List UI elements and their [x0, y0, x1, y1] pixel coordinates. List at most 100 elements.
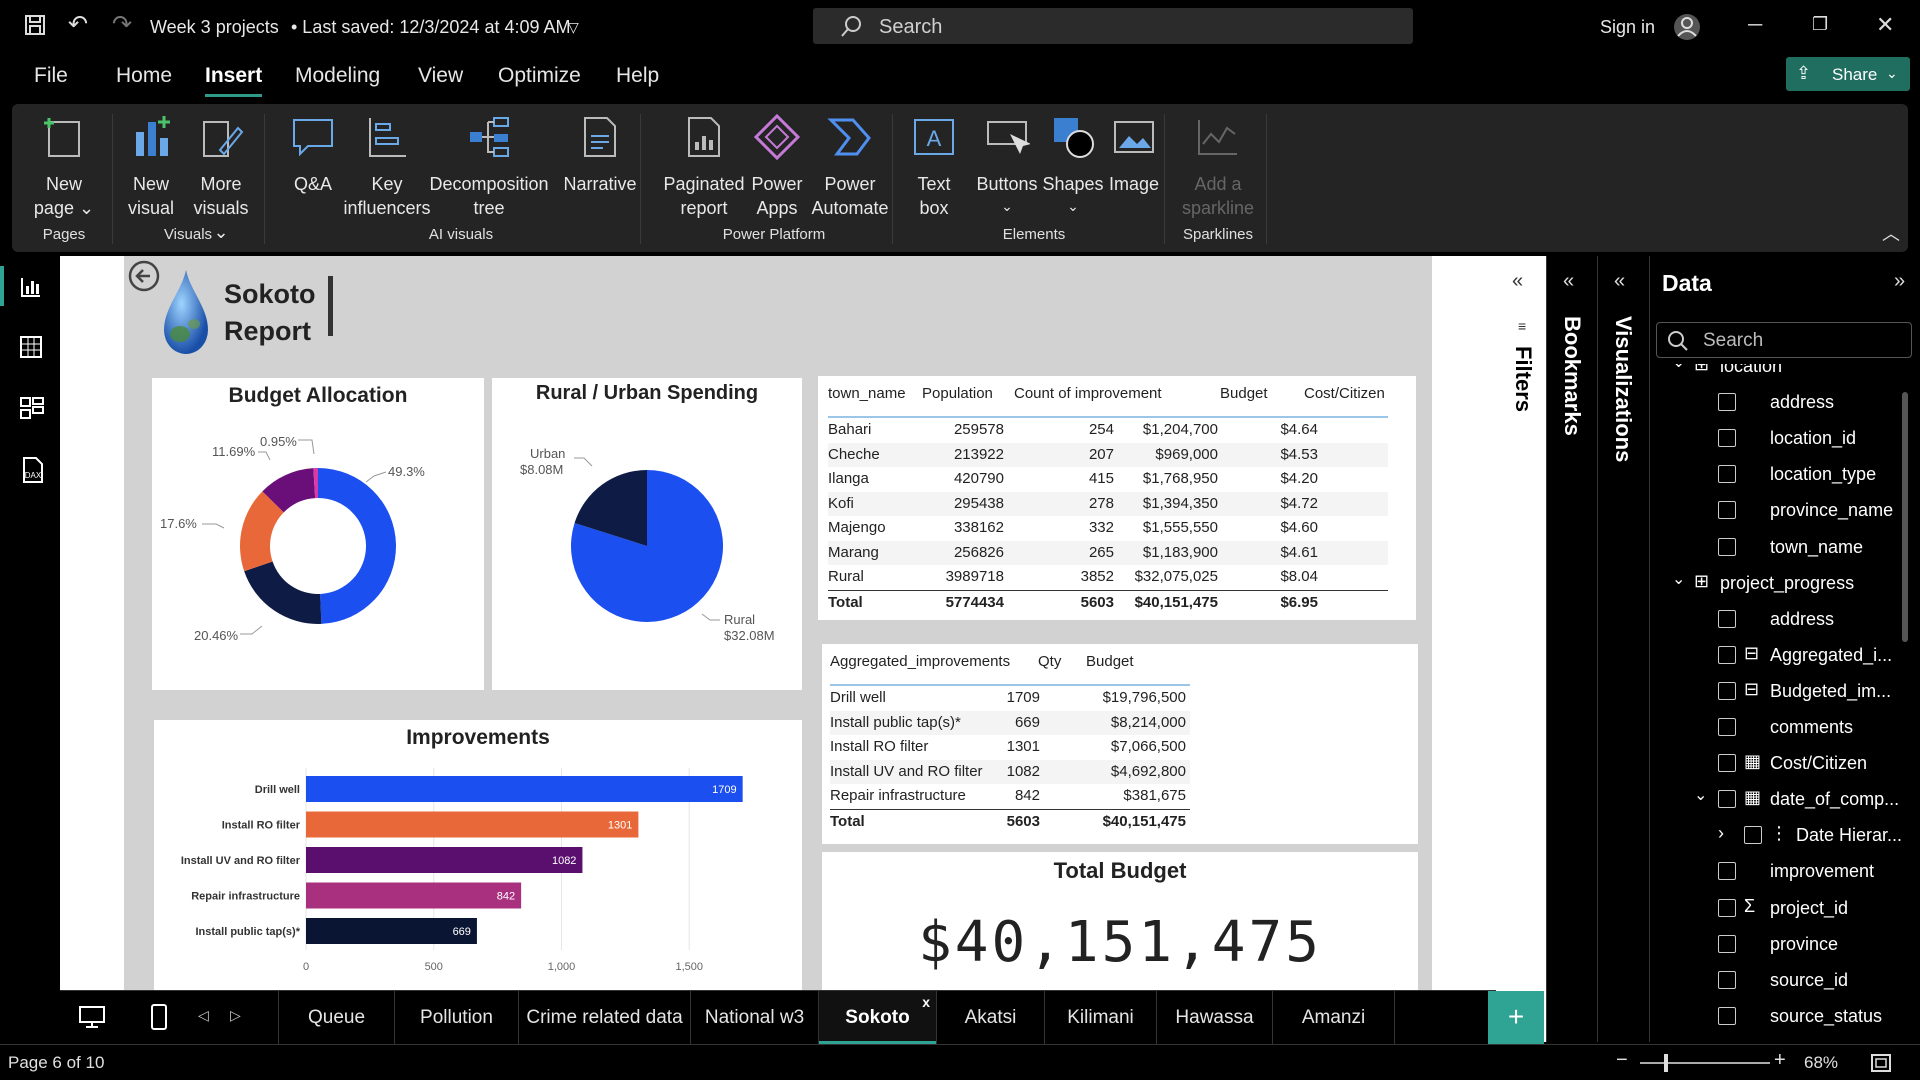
- table-row[interactable]: Bahari 259578 254 $1,204,700 $4.64: [828, 418, 1388, 442]
- total-budget-card[interactable]: Total Budget $40,151,475: [822, 852, 1418, 990]
- table-row[interactable]: Cheche 213922 207 $969,000 $4.53: [828, 442, 1388, 467]
- field-item[interactable]: improvement: [1650, 857, 1900, 887]
- restore-icon[interactable]: ❐: [1812, 14, 1828, 35]
- menu-insert[interactable]: Insert: [205, 64, 263, 97]
- table-row[interactable]: Marang 256826 265 $1,183,900 $4.61: [828, 540, 1388, 565]
- table-row[interactable]: Kofi 295438 278 $1,394,350 $4.72: [828, 491, 1388, 516]
- menu-modeling[interactable]: Modeling: [295, 64, 380, 88]
- table-row[interactable]: Repair infrastructure 842 $381,675: [830, 784, 1190, 808]
- file-title[interactable]: Week 3 projects: [150, 17, 279, 38]
- budget-allocation-card[interactable]: Budget Allocation 49.3% 20.46% 17.6% 11.…: [152, 378, 484, 690]
- menu-file[interactable]: File: [34, 64, 68, 88]
- redo-icon[interactable]: ↷: [112, 10, 132, 39]
- field-item[interactable]: location_id: [1650, 424, 1900, 454]
- field-checkbox[interactable]: [1718, 862, 1736, 881]
- shapes-button[interactable]: Shapes ⌄: [1036, 114, 1110, 222]
- tab-kilimani[interactable]: Kilimani: [1045, 991, 1157, 1045]
- report-view-icon[interactable]: [20, 276, 42, 298]
- chevron-down-icon[interactable]: ⌄: [1672, 569, 1685, 589]
- chevron-down-icon[interactable]: ▽: [568, 19, 579, 36]
- close-tab-icon[interactable]: x: [922, 975, 930, 1029]
- collapse-visualizations-icon[interactable]: «: [1614, 270, 1625, 293]
- add-page-button[interactable]: +: [1488, 991, 1544, 1045]
- collapse-bookmarks-icon[interactable]: «: [1563, 270, 1574, 293]
- desktop-layout-icon[interactable]: [78, 1005, 106, 1029]
- field-item[interactable]: comments: [1650, 713, 1900, 743]
- bar[interactable]: [306, 882, 522, 909]
- prev-page-icon[interactable]: ◁: [198, 1007, 209, 1024]
- field-checkbox[interactable]: [1718, 898, 1736, 917]
- search-box[interactable]: Search: [813, 8, 1413, 44]
- menu-view[interactable]: View: [418, 64, 463, 88]
- image-button[interactable]: Image: [1102, 114, 1166, 222]
- menu-home[interactable]: Home: [116, 64, 172, 88]
- chevron-down-icon[interactable]: ⌄: [1694, 785, 1707, 805]
- table-row[interactable]: Rural 3989718 3852 $32,075,025 $8.04: [828, 565, 1388, 589]
- column-header[interactable]: town_name: [828, 382, 906, 406]
- field-checkbox[interactable]: [1718, 718, 1736, 736]
- field-item[interactable]: source_status: [1650, 1002, 1900, 1032]
- field-checkbox[interactable]: [1718, 790, 1736, 809]
- column-header[interactable]: Count of improvement: [1014, 382, 1162, 406]
- table-row[interactable]: Majengo 338162 332 $1,555,550 $4.60: [828, 516, 1388, 540]
- bar[interactable]: [306, 811, 639, 838]
- zoom-out-button[interactable]: −: [1616, 1049, 1628, 1072]
- improvements-table-card[interactable]: Aggregated_improvements Qty Budget Drill we…: [822, 644, 1418, 844]
- field-checkbox[interactable]: [1718, 393, 1736, 412]
- model-view-icon[interactable]: [20, 396, 44, 420]
- field-item[interactable]: province_name: [1650, 496, 1900, 526]
- rural-urban-card[interactable]: Rural / Urban Spending Urban $8.08M Rura…: [492, 378, 802, 690]
- decomposition-tree-button[interactable]: Decomposition tree: [424, 114, 554, 222]
- close-icon[interactable]: ✕: [1876, 12, 1894, 38]
- table-row[interactable]: Install RO filter 1301 $7,066,500: [830, 735, 1190, 759]
- zoom-slider[interactable]: [1640, 1054, 1770, 1072]
- field-checkbox[interactable]: [1718, 645, 1736, 664]
- field-checkbox[interactable]: [1744, 826, 1762, 845]
- field-checkbox[interactable]: [1718, 970, 1736, 989]
- field-checkbox[interactable]: [1718, 681, 1736, 700]
- column-header[interactable]: Qty: [1038, 650, 1061, 674]
- scrollbar-thumb[interactable]: [1902, 392, 1908, 642]
- table-view-icon[interactable]: [20, 336, 42, 358]
- more-visuals-button[interactable]: More visuals ⌄: [186, 114, 256, 242]
- save-icon[interactable]: [24, 14, 46, 36]
- chevron-right-icon[interactable]: ›: [1718, 823, 1724, 844]
- bar[interactable]: [306, 776, 743, 802]
- new-page-button[interactable]: New page ⌄: [22, 114, 106, 222]
- field-checkbox[interactable]: [1718, 501, 1736, 520]
- tab-queue[interactable]: Queue: [279, 991, 395, 1045]
- share-button[interactable]: ⇪ Share ⌄: [1786, 57, 1910, 91]
- table-row[interactable]: Ilanga 420790 415 $1,768,950 $4.20: [828, 467, 1388, 491]
- narrative-button[interactable]: Narrative: [552, 114, 648, 222]
- field-item[interactable]: Σproject_id: [1650, 894, 1900, 924]
- add-sparkline-button[interactable]: Add a sparkline: [1176, 114, 1260, 222]
- field-checkbox[interactable]: [1718, 537, 1736, 556]
- field-checkbox[interactable]: [1718, 609, 1736, 628]
- back-arrow-icon[interactable]: [128, 260, 160, 292]
- field-item[interactable]: province: [1650, 930, 1900, 960]
- column-header[interactable]: Budget: [1086, 650, 1134, 674]
- field-item[interactable]: ⌄ ▦ date_of_comp...: [1650, 785, 1900, 815]
- fit-to-page-icon[interactable]: [1870, 1053, 1892, 1073]
- sign-in-link[interactable]: Sign in: [1600, 17, 1655, 38]
- text-box-button[interactable]: A Text box: [902, 114, 966, 222]
- field-checkbox[interactable]: [1718, 429, 1736, 448]
- collapse-filters-icon[interactable]: «: [1512, 270, 1523, 293]
- dax-query-view-icon[interactable]: DAX: [18, 456, 46, 484]
- field-item[interactable]: address: [1650, 388, 1900, 418]
- undo-icon[interactable]: ↶: [68, 10, 88, 39]
- field-item[interactable]: source_id: [1650, 966, 1900, 996]
- table-row[interactable]: Drill well 1709 $19,796,500: [830, 686, 1190, 710]
- zoom-slider-thumb[interactable]: [1664, 1054, 1669, 1072]
- field-item[interactable]: ⊟ Budgeted_im...: [1650, 677, 1900, 707]
- column-header[interactable]: Cost/Citizen: [1304, 382, 1385, 406]
- data-search-input[interactable]: Search: [1656, 322, 1912, 358]
- field-item[interactable]: ⊟ Aggregated_i...: [1650, 641, 1900, 671]
- new-visual-button[interactable]: New visual: [118, 114, 184, 222]
- minimize-icon[interactable]: ─: [1748, 14, 1762, 37]
- field-item[interactable]: address: [1650, 605, 1900, 635]
- filters-label[interactable]: Filters: [1510, 346, 1536, 412]
- expand-data-icon[interactable]: »: [1894, 270, 1905, 293]
- field-item[interactable]: ▦ Cost/Citizen: [1650, 749, 1900, 779]
- field-checkbox[interactable]: [1718, 934, 1736, 953]
